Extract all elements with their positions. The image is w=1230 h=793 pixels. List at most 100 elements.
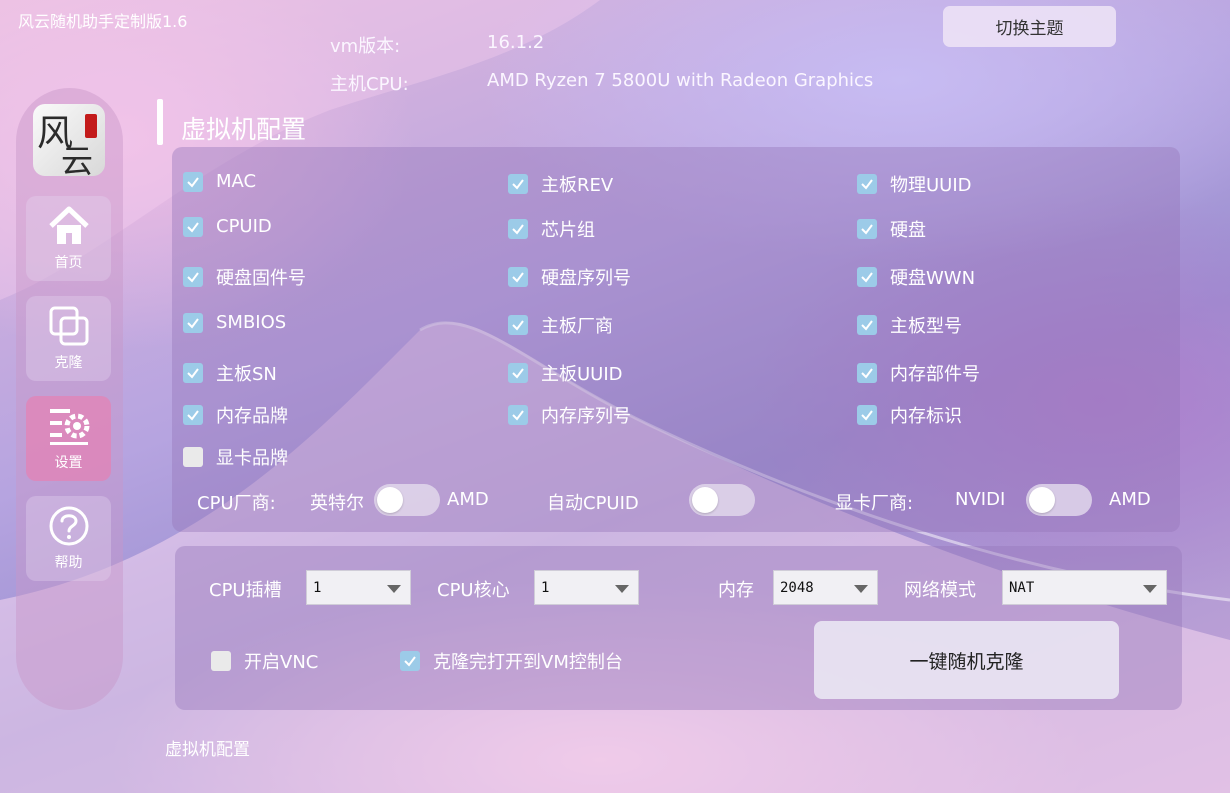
- checkbox-box: [857, 363, 877, 383]
- home-icon: [48, 206, 89, 244]
- sidebar-item-help[interactable]: 帮助: [26, 496, 111, 581]
- sidebar-item-home[interactable]: 首页: [26, 196, 111, 281]
- option-checkbox-memory-part[interactable]: 内存部件号: [857, 360, 980, 386]
- option-checkbox-memory-brand[interactable]: 内存品牌: [183, 402, 288, 428]
- check-icon: [187, 410, 199, 421]
- check-icon: [187, 176, 199, 188]
- option-checkbox-board-model[interactable]: 主板型号: [857, 312, 962, 338]
- check-icon: [861, 368, 873, 379]
- option-checkbox-disk-serial[interactable]: 硬盘序列号: [508, 264, 631, 290]
- enable-vnc-checkbox[interactable]: 开启VNC: [211, 648, 318, 674]
- option-label: 主板厂商: [541, 316, 613, 337]
- open-console-checkbox[interactable]: 克隆完打开到VM控制台: [400, 648, 623, 674]
- status-text: 虚拟机配置: [165, 740, 250, 760]
- section-accent-bar: [157, 99, 163, 145]
- network-mode-label: 网络模式: [904, 580, 976, 601]
- checkbox-box: [183, 405, 203, 425]
- cpu-vendor-amd-label: AMD: [447, 489, 489, 510]
- checkbox-box: [508, 267, 528, 287]
- check-icon: [512, 368, 524, 379]
- host-cpu-label: 主机CPU:: [330, 74, 409, 95]
- check-icon: [512, 272, 524, 283]
- checkbox-box: [183, 267, 203, 287]
- chevron-down-icon: [854, 585, 868, 593]
- option-checkbox-board-sn[interactable]: 主板SN: [183, 360, 277, 386]
- option-label: 主板REV: [541, 175, 614, 196]
- network-mode-select[interactable]: NAT: [1002, 570, 1167, 605]
- check-icon: [187, 221, 199, 233]
- option-checkbox-memory-serial[interactable]: 内存序列号: [508, 402, 631, 428]
- cpu-vendor-label: CPU厂商:: [197, 493, 276, 514]
- option-label: 硬盘WWN: [890, 268, 976, 289]
- option-checkbox-physical-uuid[interactable]: 物理UUID: [857, 171, 972, 197]
- cpu-socket-select[interactable]: 1: [306, 570, 411, 605]
- option-label: 显卡品牌: [216, 448, 288, 469]
- cpu-cores-select[interactable]: 1: [534, 570, 639, 605]
- option-label: 硬盘固件号: [216, 268, 306, 289]
- switch-theme-button[interactable]: 切换主题: [943, 6, 1116, 47]
- option-checkbox-board-vendor[interactable]: 主板厂商: [508, 312, 613, 338]
- option-label: 内存标识: [890, 406, 962, 427]
- checkbox-box: [400, 651, 420, 671]
- check-icon: [187, 272, 199, 283]
- check-icon: [187, 317, 199, 329]
- enable-vnc-label: 开启VNC: [244, 652, 319, 673]
- check-icon: [861, 224, 873, 235]
- option-label: 芯片组: [541, 220, 595, 241]
- option-label: 硬盘: [890, 220, 926, 241]
- network-mode-value: NAT: [1009, 579, 1035, 596]
- option-checkbox-hard-disk[interactable]: 硬盘: [857, 216, 926, 242]
- open-console-label: 克隆完打开到VM控制台: [433, 652, 623, 673]
- option-checkbox-memory-id[interactable]: 内存标识: [857, 402, 962, 428]
- option-label: 内存序列号: [541, 406, 631, 427]
- gpu-vendor-amd-label: AMD: [1109, 489, 1151, 510]
- vm-version-label: vm版本:: [330, 36, 401, 57]
- option-checkbox-disk-firmware[interactable]: 硬盘固件号: [183, 264, 306, 290]
- checkbox-box: [183, 312, 203, 333]
- checkbox-box: [183, 171, 203, 192]
- auto-cpuid-label: 自动CPUID: [547, 493, 639, 514]
- check-icon: [512, 410, 524, 421]
- option-label: 内存品牌: [216, 406, 288, 427]
- section-title: 虚拟机配置: [181, 115, 307, 144]
- option-checkbox-gpu-brand[interactable]: 显卡品牌: [183, 444, 288, 470]
- sidebar-item-label: 首页: [54, 255, 83, 271]
- sidebar-item-settings[interactable]: 设置: [26, 396, 111, 481]
- option-checkbox-smbios[interactable]: SMBIOS: [183, 312, 286, 333]
- cpu-vendor-toggle[interactable]: [374, 484, 440, 516]
- check-icon: [512, 179, 524, 190]
- checkbox-box: [508, 405, 528, 425]
- check-icon: [512, 224, 524, 235]
- option-label: CPUID: [216, 216, 272, 237]
- check-icon: [404, 656, 416, 667]
- option-checkbox-chipset[interactable]: 芯片组: [508, 216, 595, 242]
- option-checkbox-board-uuid[interactable]: 主板UUID: [508, 360, 623, 386]
- option-checkbox-mac[interactable]: MAC: [183, 171, 256, 192]
- sidebar-item-label: 设置: [54, 455, 83, 471]
- option-checkbox-disk-wwn[interactable]: 硬盘WWN: [857, 264, 975, 290]
- option-label: 主板SN: [216, 364, 277, 385]
- checkbox-box: [183, 447, 203, 467]
- memory-select[interactable]: 2048: [773, 570, 878, 605]
- sidebar-item-clone[interactable]: 克隆: [26, 296, 111, 381]
- memory-value: 2048: [780, 579, 814, 596]
- cpu-cores-value: 1: [541, 579, 550, 596]
- sidebar-item-label: 帮助: [54, 555, 83, 571]
- option-label: 物理UUID: [890, 175, 972, 196]
- auto-cpuid-toggle[interactable]: [689, 484, 755, 516]
- option-label: 主板UUID: [541, 364, 623, 385]
- check-icon: [861, 410, 873, 421]
- option-checkbox-cpuid[interactable]: CPUID: [183, 216, 272, 237]
- checkbox-box: [857, 267, 877, 287]
- app-title: 风云随机助手定制版1.6: [18, 12, 188, 31]
- checkbox-box: [857, 174, 877, 194]
- cpu-socket-label: CPU插槽: [209, 580, 282, 601]
- host-cpu-value: AMD Ryzen 7 5800U with Radeon Graphics: [487, 70, 874, 91]
- checkbox-box: [508, 174, 528, 194]
- help-icon: [49, 506, 88, 546]
- gpu-vendor-toggle[interactable]: [1026, 484, 1092, 516]
- option-checkbox-board-rev[interactable]: 主板REV: [508, 171, 613, 197]
- checkbox-box: [857, 219, 877, 239]
- checkbox-box: [857, 405, 877, 425]
- one-click-clone-button[interactable]: 一键随机克隆: [814, 621, 1119, 699]
